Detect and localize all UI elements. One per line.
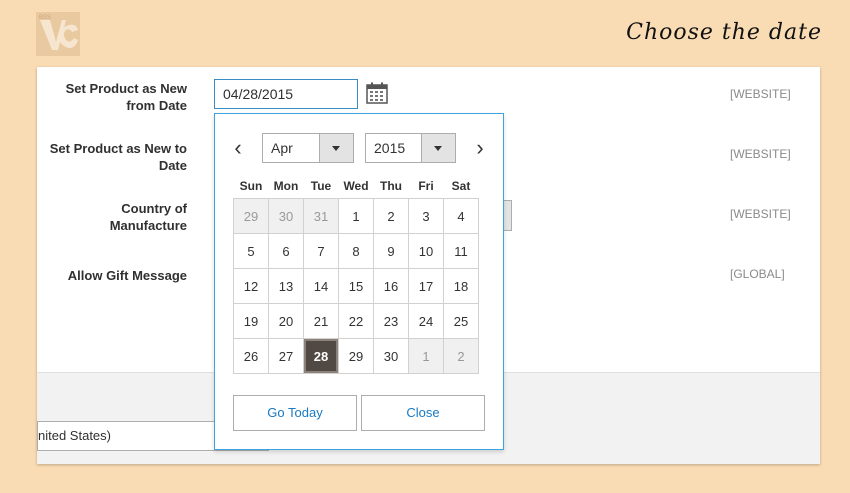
scope-label: [WEBSITE] (730, 87, 791, 101)
day-cell[interactable]: 27 (268, 338, 304, 374)
day-cell[interactable]: 25 (443, 303, 479, 339)
go-today-button[interactable]: Go Today (233, 395, 357, 431)
label-allow-gift-message: Allow Gift Message (68, 267, 187, 284)
day-cell[interactable]: 2 (373, 198, 409, 234)
chevron-down-icon[interactable] (319, 134, 353, 162)
label-line: Date (158, 158, 187, 173)
calendar-grid: Sun Mon Tue Wed Thu Fri Sat 29 30 31 1 2… (233, 174, 479, 374)
page-heading: Choose the date (626, 20, 822, 45)
weekday-label: Sat (451, 179, 471, 193)
day-cell[interactable]: 14 (303, 268, 339, 304)
weekday-label: Thu (380, 179, 402, 193)
scope-label: [GLOBAL] (730, 267, 785, 281)
bss-logo: BSS (36, 12, 80, 56)
day-cell[interactable]: 9 (373, 233, 409, 269)
logo-text: BSS (39, 15, 51, 21)
weekday-label: Sun (239, 179, 263, 193)
week-row: 29 30 31 1 2 3 4 (233, 198, 479, 234)
day-cell[interactable]: 13 (268, 268, 304, 304)
day-cell[interactable]: 29 (338, 338, 374, 374)
day-cell[interactable]: 10 (408, 233, 444, 269)
week-row: 12 13 14 15 16 17 18 (233, 268, 479, 304)
day-cell[interactable]: 29 (233, 198, 269, 234)
scope-label: [WEBSITE] (730, 207, 791, 221)
year-value: 2015 (374, 140, 406, 156)
new-from-date-input[interactable]: 04/28/2015 (214, 79, 358, 109)
calendar-icon[interactable] (366, 82, 388, 104)
week-row: 5 6 7 8 9 10 11 (233, 233, 479, 269)
datepicker-popup: ‹ Apr 2015 › Sun Mon Tue Wed Thu Fri Sat… (214, 113, 504, 450)
label-new-to-date: Set Product as New to Date (50, 140, 187, 174)
day-cell[interactable]: 15 (338, 268, 374, 304)
label-line: Set Product as New to (49, 141, 187, 156)
day-cell[interactable]: 11 (443, 233, 479, 269)
day-cell-selected[interactable]: 28 (303, 338, 339, 374)
day-cell[interactable]: 6 (268, 233, 304, 269)
country-select-button[interactable] (503, 200, 512, 231)
chevron-down-icon[interactable] (421, 134, 455, 162)
day-cell[interactable]: 3 (408, 198, 444, 234)
weekday-label: Mon (273, 179, 299, 193)
day-cell[interactable]: 22 (338, 303, 374, 339)
day-cell[interactable]: 5 (233, 233, 269, 269)
day-cell[interactable]: 1 (408, 338, 444, 374)
month-select[interactable]: Apr (262, 133, 354, 163)
label-line: Country of (121, 201, 187, 216)
prev-month-icon[interactable]: ‹ (228, 137, 248, 159)
day-cell[interactable]: 8 (338, 233, 374, 269)
label-line: Set Product as New (65, 81, 187, 96)
day-cell[interactable]: 12 (233, 268, 269, 304)
day-cell[interactable]: 16 (373, 268, 409, 304)
label-line: from Date (126, 98, 187, 113)
day-cell[interactable]: 23 (373, 303, 409, 339)
day-cell[interactable]: 30 (268, 198, 304, 234)
weekday-header-row: Sun Mon Tue Wed Thu Fri Sat (234, 174, 479, 199)
label-country-of-manufacture: Country of Manufacture (110, 200, 187, 234)
weekday-label: Fri (418, 179, 434, 193)
label-line: Allow Gift Message (67, 268, 187, 283)
day-cell[interactable]: 1 (338, 198, 374, 234)
month-value: Apr (271, 140, 293, 156)
day-cell[interactable]: 31 (303, 198, 339, 234)
week-row: 19 20 21 22 23 24 25 (233, 303, 479, 339)
weekday-label: Tue (310, 179, 332, 193)
close-button[interactable]: Close (361, 395, 485, 431)
day-cell[interactable]: 2 (443, 338, 479, 374)
day-cell[interactable]: 30 (373, 338, 409, 374)
day-cell[interactable]: 19 (233, 303, 269, 339)
label-new-from-date: Set Product as New from Date (66, 80, 187, 114)
day-cell[interactable]: 26 (233, 338, 269, 374)
label-line: Manufacture (109, 218, 187, 233)
day-cell[interactable]: 24 (408, 303, 444, 339)
day-cell[interactable]: 17 (408, 268, 444, 304)
day-cell[interactable]: 21 (303, 303, 339, 339)
week-row: 26 27 28 29 30 1 2 (233, 338, 479, 374)
day-cell[interactable]: 4 (443, 198, 479, 234)
country-select[interactable]: nited States) (37, 421, 235, 451)
next-month-icon[interactable]: › (470, 137, 490, 159)
scope-label: [WEBSITE] (730, 147, 791, 161)
year-select[interactable]: 2015 (365, 133, 456, 163)
day-cell[interactable]: 7 (303, 233, 339, 269)
day-cell[interactable]: 20 (268, 303, 304, 339)
day-cell[interactable]: 18 (443, 268, 479, 304)
weekday-label: Wed (343, 179, 369, 193)
